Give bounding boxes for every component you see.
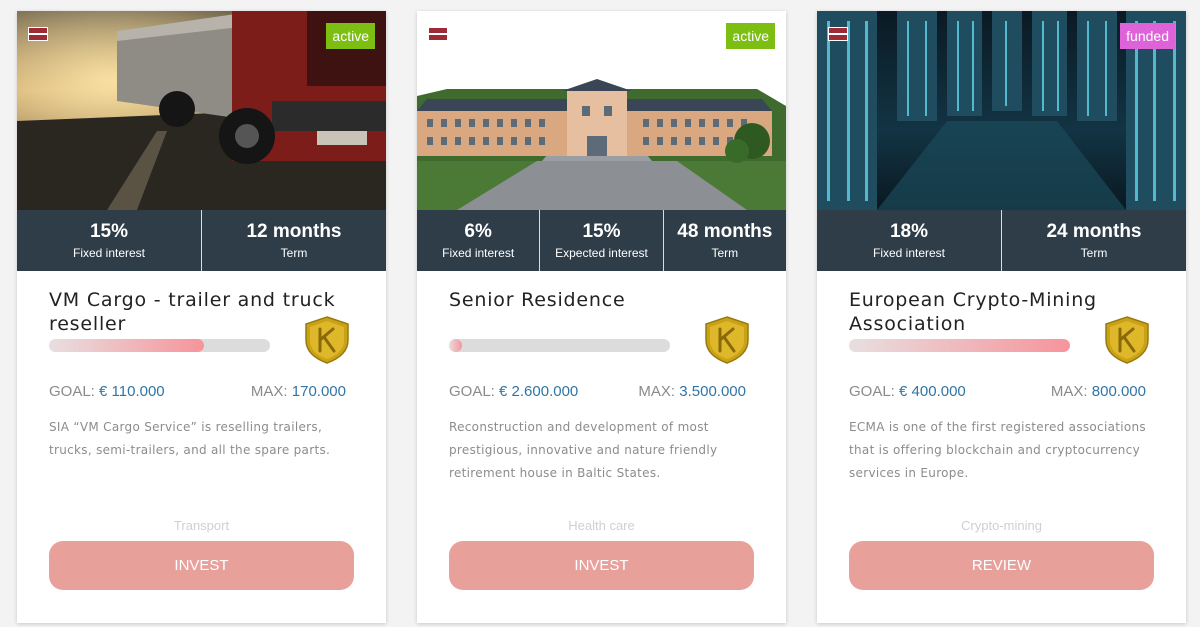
- stat-value: 15%: [582, 220, 621, 242]
- max-label: MAX:: [638, 383, 676, 400]
- stat-fixed-interest: 15% Fixed interest: [17, 210, 202, 271]
- stat-term: 48 months Term: [664, 210, 786, 271]
- funding-progress-fill: [849, 339, 1070, 352]
- project-description: SIA “VM Cargo Service” is reselling trai…: [49, 420, 331, 457]
- invest-button[interactable]: INVEST: [49, 541, 354, 590]
- stat-label: Fixed interest: [872, 245, 946, 260]
- goal-value: € 2.600.000: [499, 383, 579, 400]
- project-category: Transport: [173, 518, 230, 533]
- max-label: MAX:: [1050, 383, 1088, 400]
- stats-bar: 6% Fixed interest 15% Expected interest …: [417, 210, 786, 271]
- goal-value: € 400.000: [899, 383, 966, 400]
- stats-bar: 18% Fixed interest 24 months Term: [817, 210, 1186, 271]
- max-amount: MAX: 3.500.000: [638, 383, 746, 400]
- project-title[interactable]: Senior Residence: [449, 288, 739, 312]
- funding-progress-fill: [49, 339, 204, 352]
- stat-term: 12 months Term: [202, 210, 386, 271]
- project-image-truck[interactable]: active: [17, 11, 386, 210]
- goal-amount: GOAL: € 2.600.000: [449, 383, 578, 400]
- invest-button[interactable]: INVEST: [449, 541, 754, 590]
- latvia-flag-icon: [828, 27, 848, 41]
- project-category: Crypto-mining: [961, 518, 1042, 533]
- project-image-building[interactable]: active: [417, 11, 786, 210]
- max-amount: MAX: 800.000: [1051, 383, 1146, 400]
- project-description: Reconstruction and development of most p…: [449, 420, 718, 480]
- project-card-senior-residence[interactable]: active 6% Fixed interest 15% Expected in…: [417, 11, 786, 623]
- funding-progress-fill: [449, 339, 463, 352]
- goal-amount: GOAL: € 110.000: [49, 383, 165, 400]
- max-value: 170.000: [291, 383, 346, 400]
- project-category: Health care: [568, 518, 635, 533]
- shield-k-icon: [1105, 316, 1149, 364]
- stat-label: Term: [1080, 245, 1108, 260]
- stat-label: Expected interest: [555, 245, 648, 260]
- status-badge: active: [326, 23, 375, 49]
- project-card-vm-cargo[interactable]: active 15% Fixed interest 12 months Term…: [17, 11, 386, 623]
- stat-value: 24 months: [1046, 220, 1142, 242]
- stat-term: 24 months Term: [1002, 210, 1186, 271]
- funding-progress-bar: [849, 339, 1070, 352]
- stat-value: 48 months: [677, 220, 773, 242]
- project-title[interactable]: European Crypto-Mining Association: [849, 288, 1139, 336]
- goal-amount: GOAL: € 400.000: [849, 383, 966, 400]
- max-amount: MAX: 170.000: [251, 383, 346, 400]
- project-image-server-room[interactable]: funded: [817, 11, 1186, 210]
- shield-k-icon: [305, 316, 349, 364]
- max-value: 800.000: [1091, 383, 1146, 400]
- stat-value: 18%: [889, 220, 929, 242]
- goal-label: GOAL:: [49, 383, 95, 400]
- stats-bar: 15% Fixed interest 12 months Term: [17, 210, 386, 271]
- stat-label: Fixed interest: [72, 245, 146, 260]
- max-value: 3.500.000: [679, 383, 746, 400]
- stat-label: Term: [280, 245, 308, 260]
- stat-value: 6%: [464, 220, 492, 242]
- stat-value: 12 months: [246, 220, 342, 242]
- project-description: ECMA is one of the first registered asso…: [849, 420, 1146, 480]
- funding-progress-bar: [449, 339, 670, 352]
- project-card-ecma[interactable]: funded 18% Fixed interest 24 months Term…: [817, 11, 1186, 623]
- status-badge: funded: [1120, 23, 1175, 49]
- status-badge: active: [726, 23, 775, 49]
- stat-value: 15%: [89, 220, 129, 242]
- goal-label: GOAL:: [849, 383, 895, 400]
- stat-fixed-interest: 18% Fixed interest: [817, 210, 1002, 271]
- goal-value: € 110.000: [99, 383, 165, 400]
- project-title[interactable]: VM Cargo - trailer and truck reseller: [49, 288, 339, 336]
- shield-k-icon: [705, 316, 749, 364]
- funding-progress-bar: [49, 339, 270, 352]
- goal-label: GOAL:: [449, 383, 495, 400]
- stat-expected-interest: 15% Expected interest: [540, 210, 664, 271]
- stat-label: Fixed interest: [442, 245, 515, 260]
- stat-fixed-interest: 6% Fixed interest: [417, 210, 541, 271]
- max-label: MAX:: [250, 383, 288, 400]
- stat-label: Term: [711, 245, 739, 260]
- review-button[interactable]: REVIEW: [849, 541, 1154, 590]
- latvia-flag-icon: [428, 27, 448, 41]
- latvia-flag-icon: [28, 27, 48, 41]
